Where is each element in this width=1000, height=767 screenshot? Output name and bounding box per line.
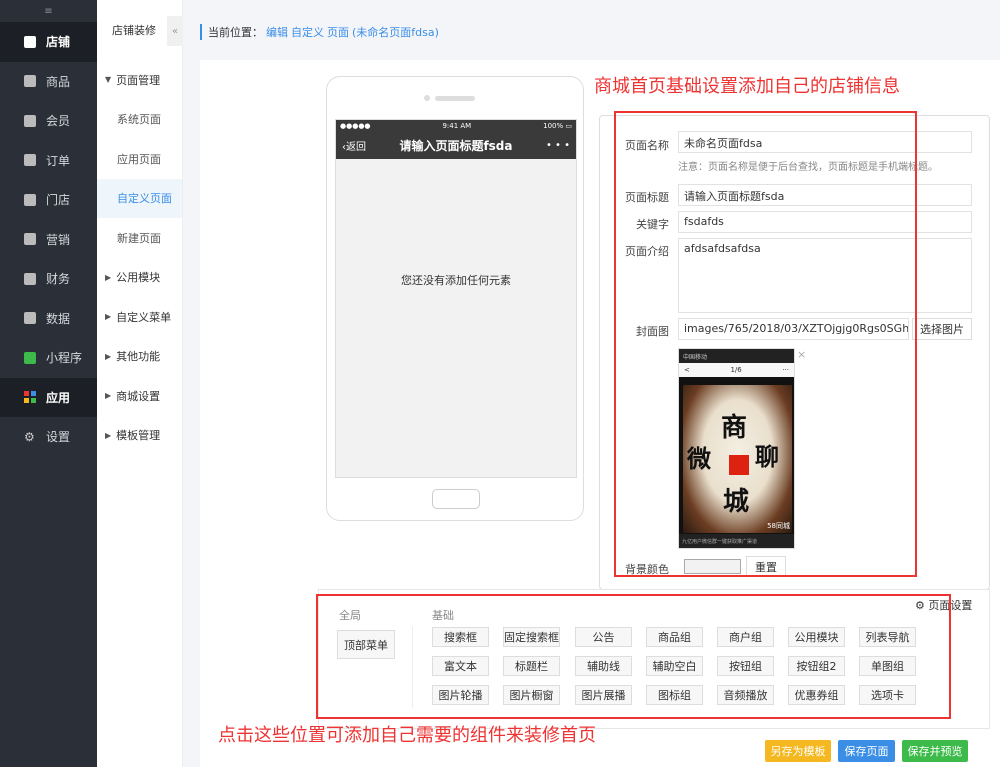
phone-page-title: 请输入页面标题fsda [399,139,513,153]
caret-right-icon: ▶ [105,272,112,282]
nav-item-4[interactable]: 门店 [0,180,97,220]
nav-item-6[interactable]: 财务 [0,259,97,299]
subnav-item-8[interactable]: ▶ 商城设置 [97,376,182,416]
store-icon [24,35,36,48]
main-nav: ≡ 店铺商品会员订单门店营销财务数据小程序应用 ⚙ 设置 [0,0,97,767]
nav-item-8[interactable]: 小程序 [0,338,97,378]
annotation-top: 商城首页基础设置添加自己的店铺信息 [594,76,900,97]
caret-right-icon: ▶ [105,312,112,322]
phone-screen[interactable]: ●●●●● 9:41 AM 100% ▭ ‹返回 请输入页面标题fsda • •… [335,119,577,478]
annotation-box-components [316,594,951,719]
subnav-item-6[interactable]: ▶ 自定义菜单 [97,297,182,337]
nav-item-label: 店铺 [46,35,71,50]
subnav-item-label: 其他功能 [116,350,161,364]
phone-preview: ●●●●● 9:41 AM 100% ▭ ‹返回 请输入页面标题fsda • •… [326,76,584,521]
save-page-button[interactable]: 保存页面 [838,740,895,762]
nav-item-7[interactable]: 数据 [0,299,97,339]
nav-item-label: 应用 [46,390,71,405]
money-bag-icon [24,272,36,285]
phone-camera [424,95,430,101]
nav-collapse-icon[interactable]: ≡ [0,0,97,22]
annotation-box-settings [614,111,917,577]
chart-icon [24,312,36,325]
nav-item-label: 商品 [46,74,71,89]
sub-nav: 店铺装修 « ▼ 页面管理 系统页面 应用页面 自定义页面 新建页面 ▶ 公用模块 ▶ 自定义菜单… [97,0,183,767]
phone-speaker [435,96,475,101]
nav-item-label: 营销 [46,232,71,247]
subnav-item-label: 系统页面 [117,113,161,127]
shop-icon [24,193,36,206]
nav-item-9[interactable]: 应用 [0,377,97,417]
subnav-item-4[interactable]: 新建页面 [97,218,182,258]
caret-right-icon: ▶ [105,430,112,440]
member-icon [24,114,36,127]
breadcrumb: 当前位置： 编辑 自定义 页面 (未命名页面fdsa) [200,24,439,40]
phone-home-button [432,489,480,509]
nav-item-label: 订单 [46,153,71,168]
breadcrumb-link-custom[interactable]: 自定义 [291,24,324,40]
nav-item-label: 小程序 [46,351,83,366]
battery-icon: 100% ▭ [543,122,572,130]
subnav-item-label: 页面管理 [116,73,161,87]
breadcrumb-link-current[interactable]: (未命名页面fdsa) [352,24,439,40]
signal-icon: ●●●●● [340,122,371,130]
nav-item-1[interactable]: 商品 [0,62,97,102]
breadcrumb-link-page[interactable]: 页面 [327,24,349,40]
back-button[interactable]: ‹返回 [342,138,366,153]
status-time: 9:41 AM [442,122,472,130]
caret-down-icon: ▼ [105,75,112,85]
subnav-item-label: 应用页面 [117,152,161,166]
subnav-item-label: 自定义页面 [117,192,172,206]
empty-message: 您还没有添加任何元素 [401,274,511,287]
subnav-item-label: 商城设置 [116,389,161,403]
order-icon [24,154,36,167]
phone-title-bar: ‹返回 请输入页面标题fsda • • • [336,132,576,159]
nav-item-label: 设置 [46,430,71,445]
save-as-template-button[interactable]: 另存为模板 [765,740,831,762]
subnav-item-1[interactable]: 系统页面 [97,100,182,140]
subnav-item-3[interactable]: 自定义页面 [97,178,182,218]
caret-right-icon: ▶ [105,351,112,361]
breadcrumb-prefix: 当前位置： [208,26,263,39]
gift-icon [24,233,36,246]
miniapp-icon [24,351,36,364]
subnav-item-9[interactable]: ▶ 模板管理 [97,416,182,456]
gear-icon: ⚙ [24,429,35,444]
subnav-item-0[interactable]: ▼ 页面管理 [97,60,182,100]
nav-item-0[interactable]: 店铺 [0,22,97,62]
nav-item-label: 会员 [46,114,71,129]
subnav-item-label: 新建页面 [117,231,161,245]
nav-item-label: 数据 [46,311,71,326]
phone-status-bar: ●●●●● 9:41 AM 100% ▭ [336,120,576,132]
subnav-item-label: 模板管理 [116,429,161,443]
annotation-bottom: 点击这些位置可添加自己需要的组件来装修首页 [218,725,596,746]
nav-item-3[interactable]: 订单 [0,141,97,181]
subnav-item-label: 自定义菜单 [116,310,172,324]
more-icon[interactable]: • • • [546,140,570,151]
breadcrumb-link-edit[interactable]: 编辑 [266,24,288,40]
nav-item-2[interactable]: 会员 [0,101,97,141]
nav-item-label: 门店 [46,193,71,208]
nav-item-10[interactable]: ⚙ 设置 [0,417,97,457]
save-and-preview-button[interactable]: 保存并预览 [902,740,968,762]
subnav-item-7[interactable]: ▶ 其他功能 [97,337,182,377]
subnav-item-2[interactable]: 应用页面 [97,139,182,179]
subnav-item-label: 公用模块 [116,271,161,285]
caret-right-icon: ▶ [105,391,112,401]
nav-item-label: 财务 [46,272,71,287]
apps-grid-icon [24,391,36,404]
choose-image-button[interactable]: 选择图片 [912,318,972,340]
collapse-subnav-icon[interactable]: « [167,16,183,46]
subnav-item-5[interactable]: ▶ 公用模块 [97,258,182,298]
goods-icon [24,75,36,88]
nav-item-5[interactable]: 营销 [0,220,97,260]
